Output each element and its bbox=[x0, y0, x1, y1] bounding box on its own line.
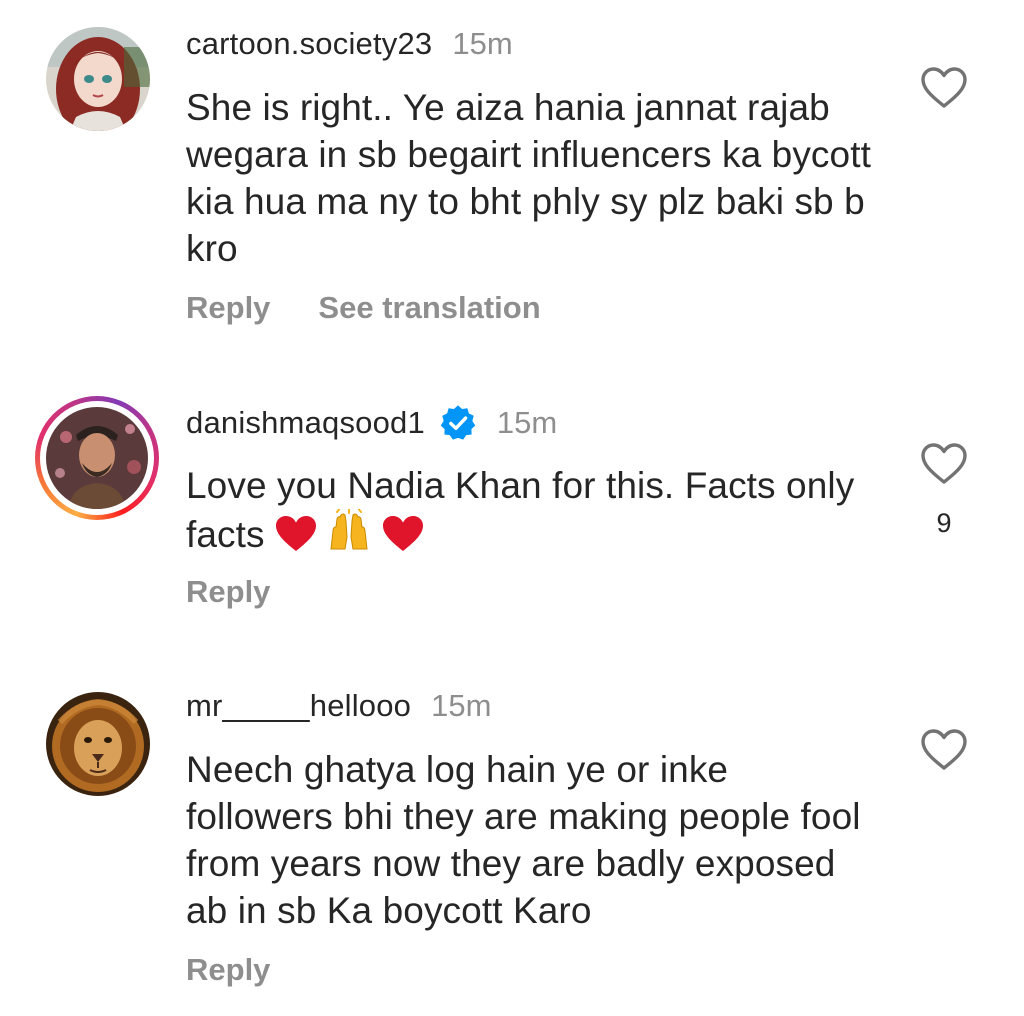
comment-item: mr_____hellooo 15m Neech ghatya log hain… bbox=[0, 660, 1024, 1016]
heart-outline-icon[interactable] bbox=[920, 442, 968, 486]
raising-hands-emoji-icon bbox=[330, 509, 368, 550]
comment-header: danishmaqsood1 15m bbox=[186, 404, 557, 442]
comment-time: 15m bbox=[452, 26, 513, 61]
comment-text: Neech ghatya log hain ye or inke followe… bbox=[186, 749, 861, 931]
username[interactable]: danishmaqsood1 bbox=[186, 405, 425, 441]
cartoon-girl-avatar-icon bbox=[46, 27, 150, 131]
comment-time: 15m bbox=[431, 688, 492, 723]
comment-header: mr_____hellooo 15m bbox=[186, 688, 491, 724]
comment-text: She is right.. Ye aiza hania jannat raja… bbox=[186, 87, 871, 269]
verified-badge-icon bbox=[440, 405, 476, 440]
comment-item: danishmaqsood1 15m Love you Nadia Khan f… bbox=[0, 360, 1024, 660]
like-count: 9 bbox=[936, 508, 952, 538]
lion-avatar-icon bbox=[46, 692, 150, 796]
red-heart-emoji-icon bbox=[276, 516, 317, 551]
man-portrait-avatar-icon bbox=[46, 407, 148, 509]
comment-actions: Reply See translation bbox=[186, 290, 541, 326]
comment-actions: Reply bbox=[186, 952, 318, 988]
comment-header: cartoon.society23 15m bbox=[186, 26, 513, 62]
username[interactable]: mr_____hellooo bbox=[186, 688, 411, 724]
heart-outline-icon[interactable] bbox=[920, 728, 968, 772]
username[interactable]: cartoon.society23 bbox=[186, 26, 432, 62]
reply-button[interactable]: Reply bbox=[186, 952, 270, 988]
comment-actions: Reply bbox=[186, 574, 318, 610]
reply-button[interactable]: Reply bbox=[186, 290, 270, 326]
heart-outline-icon[interactable] bbox=[920, 66, 968, 110]
see-translation-button[interactable]: See translation bbox=[318, 290, 540, 326]
comment-item: cartoon.society23 15m She is right.. Ye … bbox=[0, 0, 1024, 360]
avatar[interactable] bbox=[46, 27, 150, 131]
avatar bbox=[46, 407, 148, 509]
story-ring[interactable] bbox=[35, 396, 159, 520]
reply-button[interactable]: Reply bbox=[186, 574, 270, 610]
red-heart-emoji-icon bbox=[382, 516, 423, 551]
comment-time: 15m bbox=[496, 405, 558, 440]
comment-text: Love you Nadia Khan for this. Facts only… bbox=[186, 462, 876, 558]
avatar[interactable] bbox=[46, 692, 150, 796]
